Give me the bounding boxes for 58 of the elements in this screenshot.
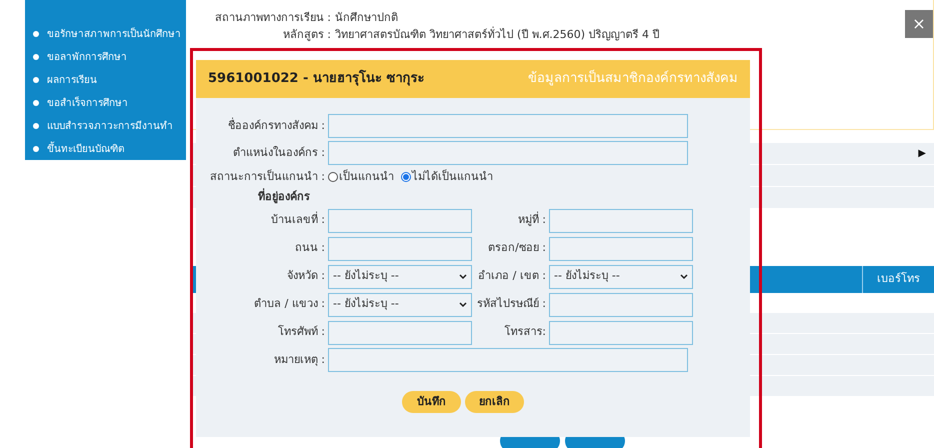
radio-button[interactable] xyxy=(401,172,411,182)
sidebar-item[interactable]: ขึ้นทะเบียนบัณฑิต xyxy=(47,142,124,156)
field-label: โทรศัพท์ : xyxy=(276,324,325,340)
column-header: เบอร์โทร xyxy=(862,266,934,293)
expand-arrow[interactable]: ▶ xyxy=(918,146,926,161)
info-label: สถานภาพทางการเรียน : xyxy=(214,10,331,26)
field-label: จังหวัด : xyxy=(286,268,325,284)
select-field[interactable]: -- ยังไม่ระบุ -- xyxy=(549,264,693,288)
sidebar-item[interactable]: ผลการเรียน xyxy=(47,72,97,88)
chevron-down-icon xyxy=(459,302,467,308)
field-label: ตรอก/ซอย : xyxy=(487,240,546,256)
field-label: หมู่ที่ : xyxy=(516,212,546,228)
sidebar-item[interactable]: ขอลาพักการศึกษา xyxy=(47,50,127,64)
input-field[interactable] xyxy=(549,292,693,316)
field-label: ถนน : xyxy=(294,240,325,256)
field-label: สถานะการเป็นแกนนำ : xyxy=(208,168,325,185)
info-value: วิทยาศาสตรบัณฑิต วิทยาศาสตร์ทั่วไป (ปี พ.ศ.2560) ปริญญาตรี 4 ปี xyxy=(335,27,660,44)
section-heading: ที่อยู่องค์กร xyxy=(258,189,310,205)
input-field[interactable] xyxy=(328,114,688,138)
input-field[interactable] xyxy=(328,348,688,372)
bullet-icon xyxy=(33,100,39,106)
field-label: ตำบล / แขวง : xyxy=(253,296,325,312)
dialog-title: 5961001022 - นายฮารุโนะ ซากุระ xyxy=(208,69,424,88)
bullet-icon xyxy=(33,123,39,129)
input-field[interactable] xyxy=(549,320,693,344)
sidebar-item[interactable]: แบบสำรวจภาวะการมีงานทำ xyxy=(47,118,173,134)
field-label: ตำแหน่งในองค์กร : xyxy=(232,144,325,161)
field-label: ชื่อองค์กรทางสังคม : xyxy=(226,118,325,134)
input-field[interactable] xyxy=(549,208,693,232)
dialog-button[interactable]: ยกเลิก xyxy=(465,391,524,413)
chevron-down-icon xyxy=(680,274,688,280)
dialog-button[interactable]: บันทึก xyxy=(402,391,461,413)
dialog-subtitle: ข้อมูลการเป็นสมาชิกองค์กรทางสังคม xyxy=(528,69,738,88)
info-value: นักศึกษาปกติ xyxy=(335,10,398,26)
field-label: อำเภอ / เขต : xyxy=(477,268,546,284)
chevron-down-icon xyxy=(459,274,467,280)
input-field[interactable] xyxy=(549,236,693,260)
info-label: หลักสูตร : xyxy=(282,27,331,44)
sidebar-item[interactable]: ขอรักษาสภาพการเป็นนักศึกษา xyxy=(47,26,181,42)
field-label: หมายเหตุ : xyxy=(272,352,325,368)
input-field[interactable] xyxy=(328,141,688,165)
bullet-icon xyxy=(33,77,39,83)
select-field[interactable]: -- ยังไม่ระบุ -- xyxy=(328,292,472,316)
close-button[interactable]: × xyxy=(905,10,933,38)
radio-button[interactable] xyxy=(328,172,338,182)
field-label: รหัสไปรษณีย์ : xyxy=(476,296,546,312)
bullet-icon xyxy=(33,146,39,152)
input-field[interactable] xyxy=(328,208,472,232)
field-label: บ้านเลขที่ : xyxy=(270,212,325,228)
select-field[interactable]: -- ยังไม่ระบุ -- xyxy=(328,264,472,288)
radio-label: ไม่ได้เป็นแกนนำ xyxy=(412,168,493,185)
input-field[interactable] xyxy=(328,320,472,344)
field-label: โทรสาร: xyxy=(503,324,546,340)
bullet-icon xyxy=(33,31,39,37)
bullet-icon xyxy=(33,54,39,60)
input-field[interactable] xyxy=(328,236,472,260)
radio-label: เป็นแกนนำ xyxy=(339,168,394,185)
sidebar-item[interactable]: ขอสำเร็จการศึกษา xyxy=(47,96,128,110)
